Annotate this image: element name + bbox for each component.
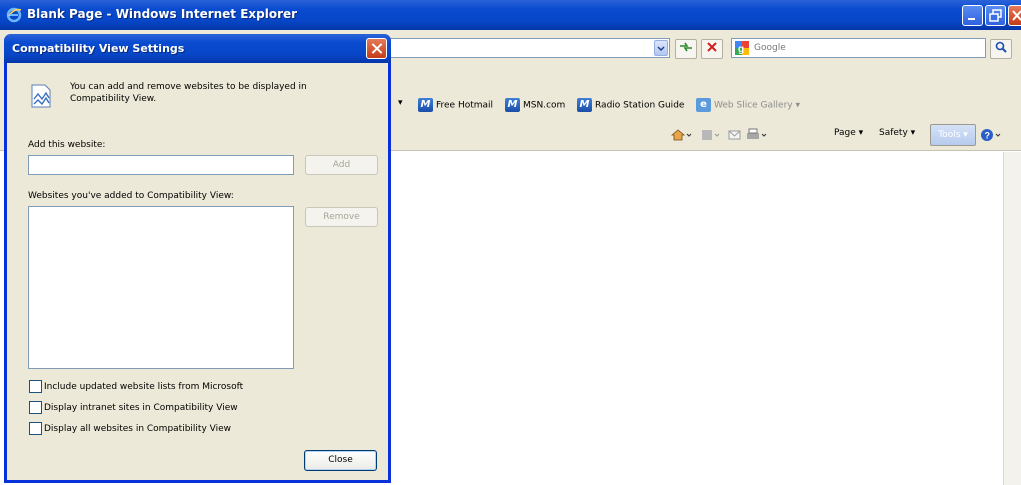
search-placeholder: Google (754, 43, 786, 53)
mail-icon[interactable] (728, 128, 742, 145)
safety-menu-button[interactable]: Safety ▾ (879, 128, 915, 138)
favorites-overflow-dropdown[interactable]: ▾ (398, 98, 403, 108)
checkbox[interactable] (29, 422, 42, 435)
svg-text:?: ? (985, 131, 991, 141)
print-button[interactable] (746, 128, 768, 145)
dialog-title: Compatibility View Settings (12, 42, 185, 55)
favorites-bar: ▾ M Free Hotmail M MSN.com M Radio Station … (390, 96, 1021, 116)
checkbox-include-updated-lists[interactable]: Include updated website lists from Micro… (29, 380, 243, 393)
ie-logo-icon (6, 7, 22, 23)
add-website-input[interactable] (28, 155, 294, 175)
restore-button[interactable] (985, 5, 1006, 26)
dialog-close-button[interactable] (366, 38, 387, 59)
msn-icon: M (418, 98, 433, 112)
page-menu-button[interactable]: Page ▾ (834, 128, 863, 138)
remove-button[interactable]: Remove (305, 207, 378, 227)
favorite-link-radio[interactable]: M Radio Station Guide (577, 98, 684, 112)
search-button[interactable] (990, 39, 1012, 59)
close-button[interactable]: Close (304, 450, 377, 471)
feeds-button[interactable] (700, 128, 722, 145)
favorite-link-msn[interactable]: M MSN.com (505, 98, 565, 112)
refresh-button[interactable] (675, 39, 697, 59)
google-icon: g (735, 41, 749, 55)
checkbox[interactable] (29, 380, 42, 393)
compatibility-view-dialog: Compatibility View Settings You can add … (4, 34, 391, 483)
tools-menu-button[interactable]: Tools ▾ (930, 124, 976, 146)
address-bar[interactable] (380, 38, 670, 58)
favorite-link-web-slice-gallery[interactable]: e Web Slice Gallery ▾ (696, 98, 800, 112)
ie-title-bar[interactable]: Blank Page - Windows Internet Explorer (0, 0, 1021, 30)
home-button[interactable] (670, 128, 692, 145)
websites-listbox[interactable] (28, 206, 294, 369)
dialog-title-bar[interactable]: Compatibility View Settings (4, 34, 391, 63)
vertical-scrollbar[interactable] (1003, 152, 1021, 485)
address-dropdown-button[interactable] (654, 40, 668, 56)
minimize-button[interactable] (962, 5, 983, 26)
checkbox[interactable] (29, 401, 42, 414)
favorite-link-hotmail[interactable]: M Free Hotmail (418, 98, 493, 112)
add-button[interactable]: Add (305, 155, 378, 175)
search-input[interactable]: g Google (731, 38, 986, 58)
dialog-intro-text: You can add and remove websites to be di… (70, 82, 307, 104)
websites-list-label: Websites you've added to Compatibility V… (28, 191, 234, 201)
help-button[interactable]: ? (980, 128, 1004, 145)
stop-button[interactable] (701, 39, 723, 59)
checkbox-display-intranet-sites[interactable]: Display intranet sites in Compatibility … (29, 401, 238, 414)
checkbox-display-all-websites[interactable]: Display all websites in Compatibility Vi… (29, 422, 231, 435)
svg-text:g: g (738, 44, 744, 55)
ie-page-icon: e (696, 98, 711, 112)
add-website-label: Add this website: (28, 140, 106, 150)
command-bar: Page ▾ Safety ▾ Tools ▾ ? (660, 124, 1021, 148)
compatibility-view-icon (30, 83, 52, 109)
window-close-button[interactable] (1008, 5, 1021, 26)
window-title: Blank Page - Windows Internet Explorer (27, 7, 298, 21)
msn-icon: M (577, 98, 592, 112)
msn-icon: M (505, 98, 520, 112)
